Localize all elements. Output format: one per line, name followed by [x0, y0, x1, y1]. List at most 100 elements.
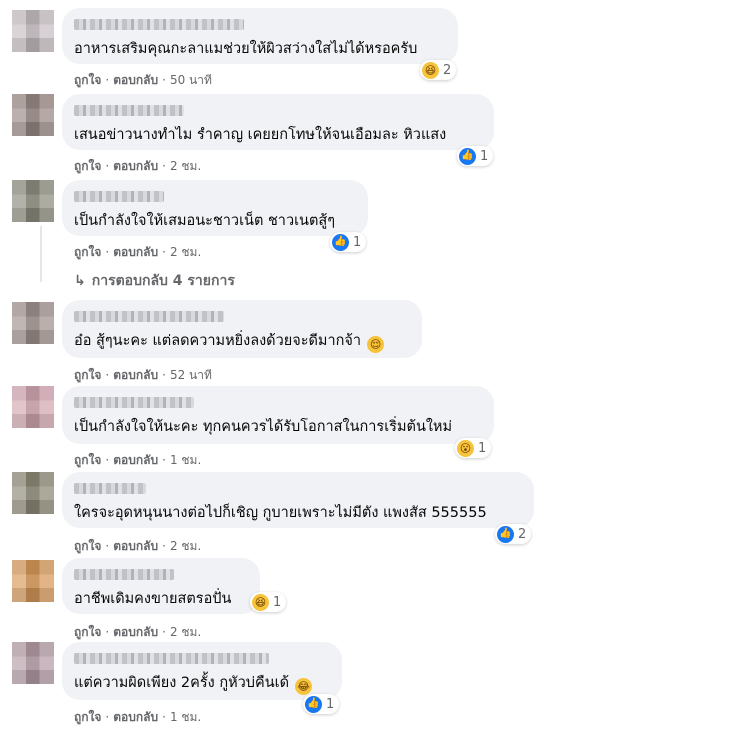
wow-icon: 😮 — [457, 439, 474, 457]
reply-link[interactable]: ตอบกลับ — [113, 245, 158, 259]
separator: · — [162, 368, 166, 382]
haha-icon: 😆 — [252, 593, 269, 611]
separator: · — [105, 539, 110, 553]
separator: · — [105, 159, 110, 173]
avatar[interactable] — [12, 10, 54, 52]
separator: · — [105, 625, 110, 639]
separator: · — [162, 710, 166, 724]
reaction-summary[interactable]: 😆 2 — [420, 60, 457, 80]
author-name-blurred[interactable] — [74, 19, 244, 30]
comment-text-body: อ๋อ สู้ๆนะคะ แต่ลดความหยิ่งลงด้วยจะดีมาก… — [74, 333, 362, 349]
timestamp[interactable]: 2 ชม. — [170, 625, 201, 639]
comment-text: เป็นกำลังใจให้นะคะ ทุกคนควรได้รับโอกาสใน… — [74, 419, 453, 435]
comment-bubble: ใครจะอุดหนุนนางต่อไปก็เชิญ กูบายเพราะไม่… — [62, 472, 534, 528]
timestamp[interactable]: 52 นาที — [170, 368, 212, 382]
reaction-summary[interactable]: 👍 2 — [495, 524, 532, 544]
like-link[interactable]: ถูกใจ — [74, 710, 101, 724]
reaction-summary[interactable]: 😆 1 — [250, 592, 287, 612]
replies-label: การตอบกลับ 4 รายการ — [91, 273, 235, 289]
comment-text: ใครจะอุดหนุนนางต่อไปก็เชิญ กูบายเพราะไม่… — [74, 505, 487, 521]
reaction-count: 1 — [480, 148, 489, 164]
reaction-count: 1 — [273, 594, 282, 610]
reply-link[interactable]: ตอบกลับ — [113, 159, 158, 173]
comment-actions: ถูกใจ · ตอบกลับ · 2 ชม. — [74, 537, 201, 556]
reaction-summary[interactable]: 👍 1 — [457, 146, 494, 166]
comment-bubble: อ๋อ สู้ๆนะคะ แต่ลดความหยิ่งลงด้วยจะดีมาก… — [62, 300, 422, 358]
comment-bubble: แต่ความผิดเพียง 2ครั้ง กูหัวบ่คืนเด้ 😂 — [62, 642, 342, 700]
reply-link[interactable]: ตอบกลับ — [113, 73, 158, 87]
author-name-blurred[interactable] — [74, 311, 224, 322]
like-link[interactable]: ถูกใจ — [74, 539, 101, 553]
reaction-count: 1 — [353, 234, 362, 250]
avatar[interactable] — [12, 302, 54, 344]
haha-icon: 😆 — [422, 61, 439, 79]
reply-thread-line — [40, 226, 42, 282]
reply-link[interactable]: ตอบกลับ — [113, 710, 158, 724]
like-link[interactable]: ถูกใจ — [74, 453, 101, 467]
comment-bubble: เสนอข่าวนางทำไม รำคาญ เคยยกโทษให้จนเอือม… — [62, 94, 494, 150]
separator: · — [105, 453, 110, 467]
author-name-blurred[interactable] — [74, 397, 194, 408]
reply-link[interactable]: ตอบกลับ — [113, 539, 158, 553]
separator: · — [162, 453, 166, 467]
author-name-blurred[interactable] — [74, 191, 164, 202]
reaction-summary[interactable]: 👍 1 — [303, 694, 340, 714]
avatar[interactable] — [12, 560, 54, 602]
timestamp[interactable]: 2 ชม. — [170, 245, 201, 259]
like-icon: 👍 — [332, 233, 349, 251]
like-icon: 👍 — [459, 147, 476, 165]
relieved-emoji-icon: 😌 — [367, 336, 385, 353]
author-name-blurred[interactable] — [74, 105, 184, 116]
timestamp[interactable]: 1 ชม. — [170, 453, 201, 467]
reaction-summary[interactable]: 👍 1 — [330, 232, 367, 252]
separator: · — [162, 73, 166, 87]
comment-text: อาชีพเดิมคงขายสตรอปั่น — [74, 591, 232, 607]
laughing-tears-emoji-icon: 😂 — [295, 678, 312, 695]
timestamp[interactable]: 1 ชม. — [170, 710, 201, 724]
separator: · — [105, 710, 110, 724]
reply-link[interactable]: ตอบกลับ — [113, 453, 158, 467]
avatar[interactable] — [12, 472, 54, 514]
avatar[interactable] — [12, 180, 54, 222]
comment-actions: ถูกใจ · ตอบกลับ · 1 ชม. — [74, 451, 201, 470]
like-link[interactable]: ถูกใจ — [74, 368, 101, 382]
avatar[interactable] — [12, 386, 54, 428]
like-icon: 👍 — [497, 525, 514, 543]
comment-actions: ถูกใจ · ตอบกลับ · 2 ชม. — [74, 243, 201, 262]
comment-actions: ถูกใจ · ตอบกลับ · 52 นาที — [74, 366, 212, 385]
comment-bubble: อาชีพเดิมคงขายสตรอปั่น — [62, 558, 260, 614]
separator: · — [105, 245, 110, 259]
reaction-count: 1 — [478, 440, 487, 456]
comment-actions: ถูกใจ · ตอบกลับ · 1 ชม. — [74, 708, 201, 727]
comment-text: เป็นกำลังใจให้เสมอนะชาวเน็ต ชาวเนตสู้ๆ — [74, 213, 336, 229]
like-link[interactable]: ถูกใจ — [74, 73, 101, 87]
separator: · — [162, 539, 166, 553]
author-name-blurred[interactable] — [74, 483, 146, 494]
avatar[interactable] — [12, 642, 54, 684]
like-link[interactable]: ถูกใจ — [74, 159, 101, 173]
view-replies-link[interactable]: ↳ การตอบกลับ 4 รายการ — [74, 270, 235, 292]
comment-text: อาหารเสริมคุณกะลาแมช่วยให้ผิวสว่างใสไม่ไ… — [74, 41, 418, 57]
author-name-blurred[interactable] — [74, 569, 174, 580]
comment-text: อ๋อ สู้ๆนะคะ แต่ลดความหยิ่งลงด้วยจะดีมาก… — [74, 332, 410, 353]
timestamp[interactable]: 2 ชม. — [170, 539, 201, 553]
comment-text-body: แต่ความผิดเพียง 2ครั้ง กูหัวบ่คืนเด้ — [74, 675, 289, 691]
separator: · — [162, 159, 166, 173]
reaction-summary[interactable]: 😮 1 — [455, 438, 492, 458]
comment-bubble: เป็นกำลังใจให้เสมอนะชาวเน็ต ชาวเนตสู้ๆ — [62, 180, 368, 236]
avatar[interactable] — [12, 94, 54, 136]
like-icon: 👍 — [305, 695, 322, 713]
separator: · — [162, 625, 166, 639]
timestamp[interactable]: 2 ชม. — [170, 159, 201, 173]
like-link[interactable]: ถูกใจ — [74, 245, 101, 259]
timestamp[interactable]: 50 นาที — [170, 73, 212, 87]
comment-actions: ถูกใจ · ตอบกลับ · 50 นาที — [74, 71, 212, 90]
author-name-blurred[interactable] — [74, 653, 269, 664]
reply-link[interactable]: ตอบกลับ — [113, 625, 158, 639]
comment-actions: ถูกใจ · ตอบกลับ · 2 ชม. — [74, 157, 201, 176]
reply-link[interactable]: ตอบกลับ — [113, 368, 158, 382]
reaction-count: 1 — [326, 696, 335, 712]
comment-bubble: เป็นกำลังใจให้นะคะ ทุกคนควรได้รับโอกาสใน… — [62, 386, 494, 444]
comment-text: แต่ความผิดเพียง 2ครั้ง กูหัวบ่คืนเด้ 😂 — [74, 674, 330, 695]
like-link[interactable]: ถูกใจ — [74, 625, 101, 639]
